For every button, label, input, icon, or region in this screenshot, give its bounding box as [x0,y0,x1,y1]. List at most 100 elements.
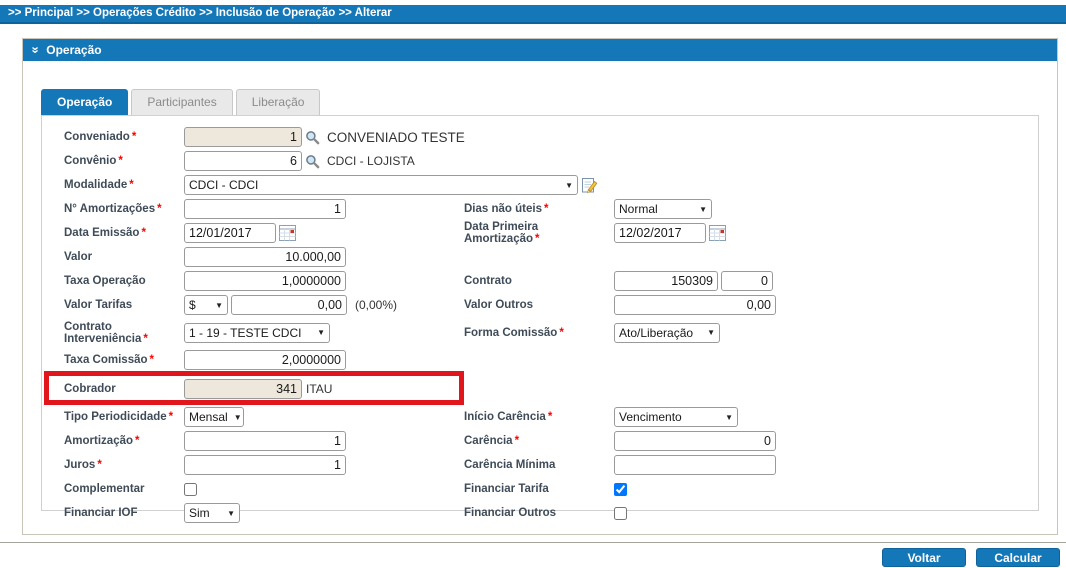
breadcrumb[interactable]: >> Principal >> Operações Crédito >> Inc… [0,5,1066,24]
financiar-outros-label: Financiar Outros [464,507,557,519]
calendar-icon[interactable] [709,225,726,241]
valor-tarifas-input[interactable] [231,295,347,315]
taxa-comissao-input[interactable] [184,350,346,370]
carencia-minima-input[interactable] [614,455,776,475]
conveniado-description: CONVENIADO TESTE [327,129,465,145]
carencia-input[interactable] [614,431,776,451]
row-modalidade: Modalidade * CDCI - CDCI ▼ [64,173,1030,197]
collapse-chevron-icon[interactable]: » [25,46,47,53]
row-datas: Data Emissão* Data Primeira Amortização* [64,221,1030,245]
required-marker: * [97,459,102,471]
dias-nao-uteis-label: Dias não úteis * [464,203,549,215]
data-emissao-input[interactable] [184,223,276,243]
modalidade-select: CDCI - CDCI ▼ [184,175,578,195]
valor-tarifas-percent: (0,00%) [355,298,398,312]
dropdown-arrow-icon: ▼ [725,412,733,422]
footer-divider [0,542,1066,543]
row-valor: Valor [64,245,1030,269]
calendar-icon[interactable] [279,225,296,241]
amortizacao-input[interactable] [184,431,346,451]
financiar-iof-select[interactable]: Sim ▼ [184,503,240,523]
required-marker: * [143,332,148,345]
row-juros-carencia-minima: Juros* Carência Mínima [64,453,1030,477]
taxa-operacao-label: Taxa Operação [64,275,146,287]
tipo-periodicidade-label: Tipo Periodicidade * [64,411,174,423]
valor-tarifas-label: Valor Tarifas [64,299,133,311]
required-marker: * [157,203,162,215]
contrato-input[interactable] [614,271,718,291]
tab-operacao[interactable]: Operação [41,89,129,115]
search-icon[interactable] [305,130,320,145]
dropdown-arrow-icon: ▼ [233,412,242,422]
cobrador-description: ITAU [306,381,333,396]
contrato-digit-input[interactable] [721,271,773,291]
row-amortizacoes-dias: N° Amortizações* Dias não úteis* Normal … [64,197,1030,221]
carencia-minima-label: Carência Mínima [464,459,556,471]
tab-participantes[interactable]: Participantes [131,89,233,115]
search-icon[interactable] [305,154,320,169]
required-marker: * [135,435,140,447]
complementar-checkbox[interactable] [184,482,197,496]
row-interveniencia-comissao: Contrato Interveniência * 1 - 19 - TESTE … [64,317,1030,348]
dias-nao-uteis-select[interactable]: Normal ▼ [614,199,712,219]
voltar-button[interactable]: Voltar [882,548,966,567]
required-marker: * [168,411,174,423]
complementar-label: Complementar [64,483,145,495]
forma-comissao-label: Forma Comissão * [464,326,564,339]
valor-label: Valor [64,251,93,263]
required-marker: * [149,354,154,366]
row-tarifas-outros: Valor Tarifas $ ▼ (0,00%) Valor Outros [64,293,1030,317]
inicio-carencia-select[interactable]: Vencimento ▼ [614,407,738,427]
cobrador-input [184,378,302,399]
valor-outros-input[interactable] [614,295,776,315]
data-emissao-label: Data Emissão * [64,227,146,239]
panel-header[interactable]: » Operação [23,39,1057,61]
required-marker: * [547,411,553,423]
financiar-tarifa-label: Financiar Tarifa [464,483,549,495]
row-amortizacao-carencia: Amortização* Carência* [64,429,1030,453]
required-marker: * [131,131,137,143]
convenio-input[interactable] [184,151,302,171]
required-marker: * [141,227,146,239]
dropdown-arrow-icon: ▼ [565,180,573,190]
amortizacao-label: Amortização * [64,435,140,447]
contrato-interveniencia-select[interactable]: 1 - 19 - TESTE CDCI ▼ [184,322,330,343]
edit-note-icon[interactable] [581,177,598,194]
tab-bar: Operação Participantes Liberação [41,89,1057,115]
required-marker: * [543,203,549,215]
tab-liberacao[interactable]: Liberação [235,89,321,115]
data-primeira-amortizacao-label: Data Primeira Amortização * [464,221,540,245]
required-marker: * [559,326,564,339]
num-amortizacoes-input[interactable] [184,199,346,219]
required-marker: * [118,155,123,167]
row-convenio: Convênio* CDCI - LOJISTA [64,149,1030,173]
conveniado-label: Conveniado * [64,131,137,143]
carencia-label: Carência * [464,435,520,447]
calcular-button[interactable]: Calcular [976,548,1060,567]
financiar-tarifa-checkbox[interactable] [614,482,627,496]
taxa-comissao-label: Taxa Comissão * [64,354,154,366]
num-amortizacoes-label: N° Amortizações * [64,203,162,215]
taxa-operacao-input[interactable] [184,271,346,291]
row-taxa-comissao: Taxa Comissão * [64,348,1030,372]
data-primeira-amortizacao-input[interactable] [614,223,706,243]
row-iof-outros: Financiar IOF Sim ▼ Financiar Outros [64,501,1030,525]
valor-tarifas-unit-select[interactable]: $ ▼ [184,295,228,315]
inicio-carencia-label: Início Carência * [464,411,553,423]
footer-buttons: Voltar Calcular [882,548,1060,567]
tipo-periodicidade-select[interactable]: Mensal ▼ [184,407,244,427]
row-conveniado: Conveniado* CONVENIADO TESTE [64,125,1030,149]
row-cobrador: Cobrador ITAU [44,371,1030,405]
forma-comissao-select[interactable]: Ato/Liberação ▼ [614,322,720,343]
dropdown-arrow-icon: ▼ [215,300,223,310]
financiar-outros-checkbox[interactable] [614,506,627,520]
dropdown-arrow-icon: ▼ [317,328,325,337]
valor-outros-label: Valor Outros [464,299,534,311]
juros-label: Juros * [64,459,102,471]
dropdown-arrow-icon: ▼ [707,328,715,337]
valor-input[interactable] [184,247,346,267]
financiar-iof-label: Financiar IOF [64,507,138,519]
juros-input[interactable] [184,455,346,475]
modalidade-label: Modalidade * [64,179,134,191]
operacao-tab-content: Conveniado* CONVENIADO TESTE Convênio* C… [41,115,1039,523]
